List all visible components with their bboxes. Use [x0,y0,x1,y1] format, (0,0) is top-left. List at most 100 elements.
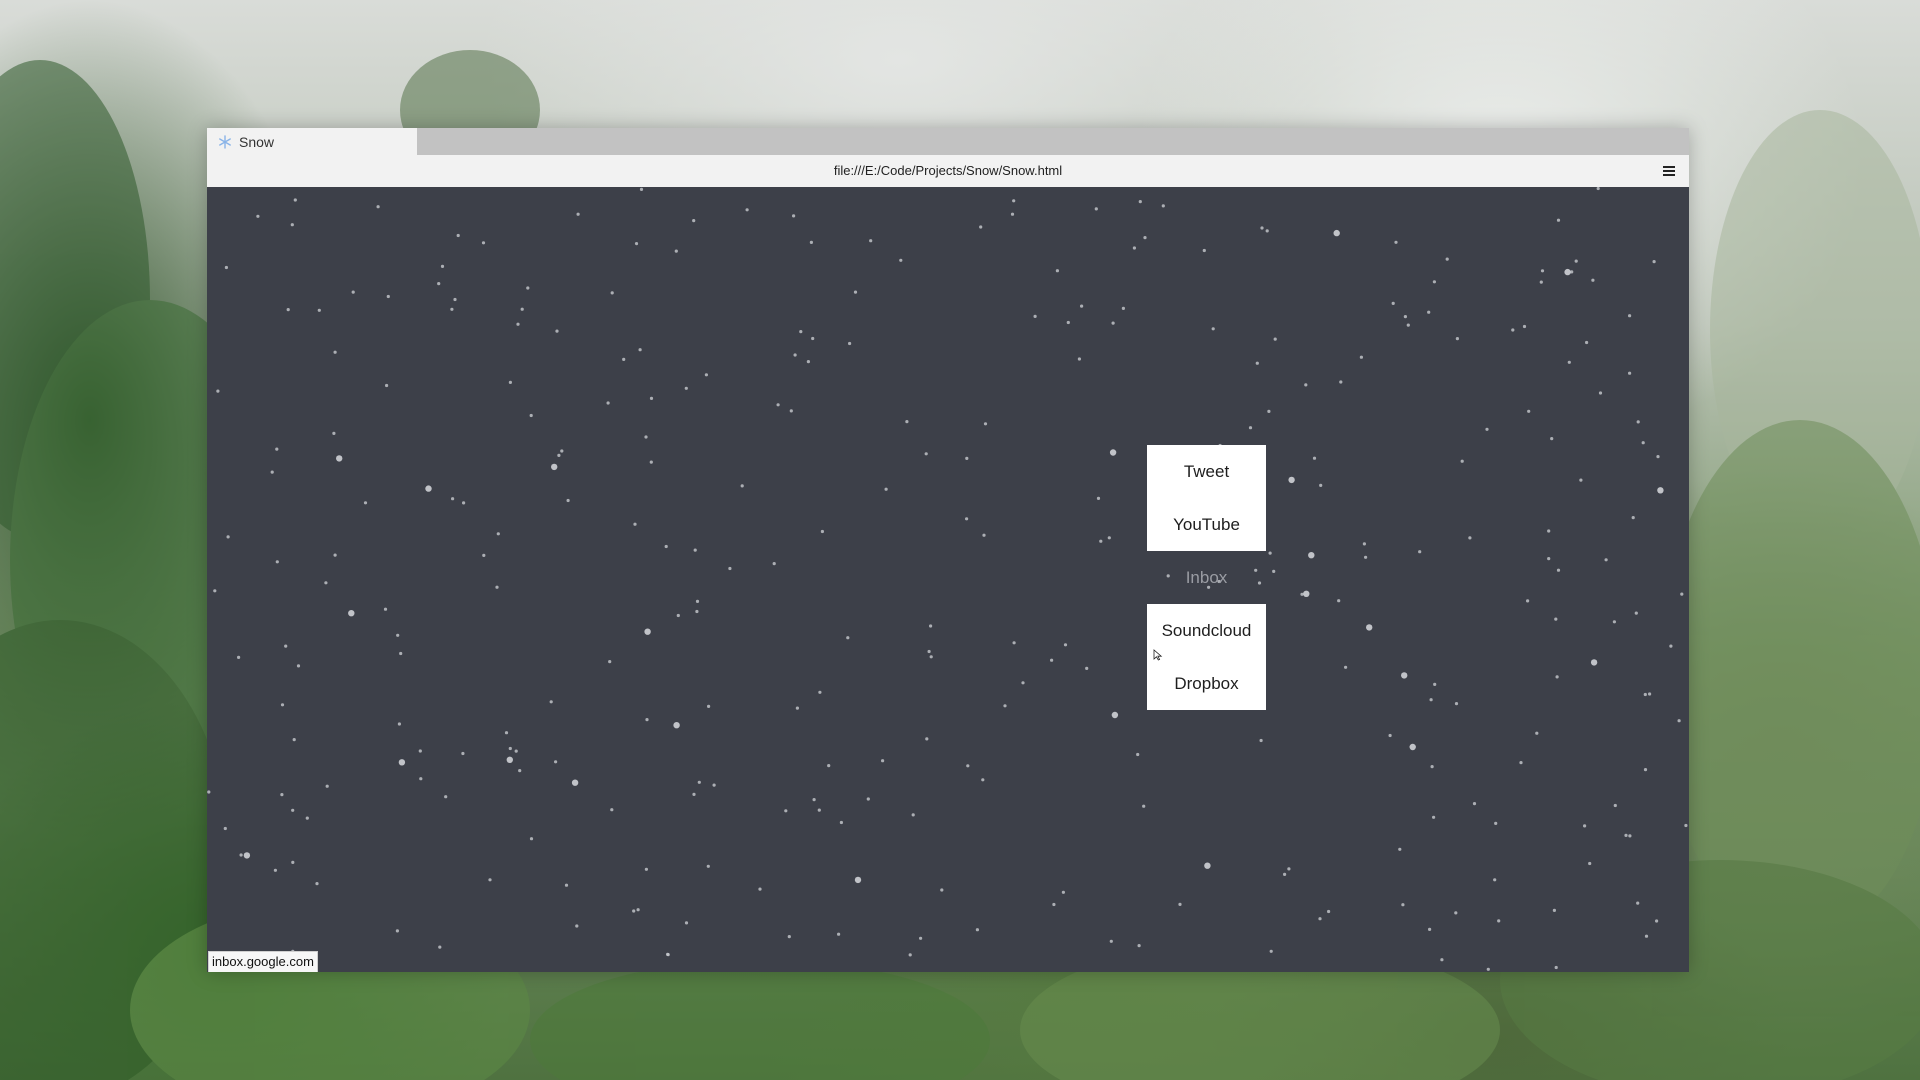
snowflake [1033,314,1037,318]
snowflake [1259,738,1263,743]
snowflake [1050,658,1054,662]
snowflake [1652,260,1656,264]
snowflake [899,258,903,262]
snowflake [1107,536,1111,540]
snowflake [979,225,983,229]
snowflake [1394,240,1398,244]
snowflake [965,517,969,521]
snowflake [291,860,295,865]
snowflake [526,286,530,290]
tweet-link[interactable]: Tweet [1147,445,1266,498]
snowflake [270,470,274,474]
snowflake [291,808,295,812]
snowflake [1255,361,1259,365]
hamburger-menu-icon[interactable] [1661,163,1677,179]
snowflake [1094,207,1098,211]
snowflake [280,703,285,707]
snowflake [495,585,499,589]
snowflake [1440,958,1444,962]
snowflake [1248,426,1253,430]
snowflake [555,329,559,333]
snowflake [395,929,399,933]
snowflake [636,908,640,912]
snowflake [1283,872,1287,877]
snowflake [1432,280,1436,284]
snowflake [975,928,980,932]
snowflake [695,609,699,614]
snowflake [1454,911,1458,915]
snowflake [1109,449,1117,456]
snowflake [919,936,923,940]
snowflake [929,655,933,659]
snowflake [453,297,457,302]
snowflake [575,924,579,928]
snowflake [1109,939,1113,943]
snowflake [386,294,390,299]
snowflake [1318,917,1322,921]
snowflake [1644,934,1649,938]
snowflake [1556,568,1561,572]
snowflake [1012,641,1016,645]
snowflake [1598,391,1603,395]
snowflake [488,878,492,882]
snowflake [965,456,969,460]
snowflake [1552,908,1556,913]
snowflake [1021,681,1025,685]
snowflake [1308,552,1315,559]
snowflake [966,764,970,768]
inbox-link[interactable]: Inbox [1147,551,1266,604]
snowflake [1550,437,1554,441]
snowflake [1564,268,1571,276]
youtube-link[interactable]: YouTube [1147,498,1266,551]
snowflake [1085,666,1089,670]
snowflake [676,613,680,618]
tab-snow[interactable]: Snow [207,128,417,155]
soundcloud-link[interactable]: Soundcloud [1147,604,1266,657]
snowflake [1631,516,1635,520]
snowflake [1574,259,1578,263]
snowflake [1613,803,1617,808]
snowflake [692,219,696,223]
snowflake [461,751,465,756]
snowflake [799,330,803,334]
snowflake [740,484,744,488]
snowflake [1388,733,1392,738]
snowflake [1080,304,1084,308]
snowflake [1486,967,1490,971]
snowflake [639,187,644,191]
snowflake [207,790,211,794]
snowflake [820,529,825,534]
snowflake [1099,539,1103,543]
snowflake [1066,320,1070,325]
address-bar[interactable]: file:///E:/Code/Projects/Snow/Snow.html [207,155,1689,187]
snowflake [305,816,309,820]
snowflake [674,249,678,253]
snowflake [560,449,564,453]
snowflake-icon [218,134,232,149]
snowflake [216,389,220,393]
snowflake [399,651,403,656]
snowflake [787,935,791,939]
snowflake [1655,919,1659,923]
snowflake [1312,456,1317,460]
snowflake [1061,890,1065,894]
snowflake [1143,236,1147,240]
snowflake [1526,599,1530,603]
url-text[interactable]: file:///E:/Code/Projects/Snow/Snow.html [207,155,1689,187]
snowflake [704,373,708,377]
snowflake [817,808,821,812]
snowflake [496,532,500,536]
snowflake [333,350,337,354]
dropbox-link[interactable]: Dropbox [1147,657,1266,710]
snowflake [695,599,700,603]
snowflake [884,487,888,491]
snowflake [1460,459,1464,463]
snowflake [827,764,831,768]
snowflake [666,953,670,957]
snowflake [529,837,534,841]
snowflake [1418,550,1422,554]
snowflake [1527,409,1531,413]
snowflake [296,664,301,668]
snowflake [418,749,422,753]
snowflake [632,909,636,913]
